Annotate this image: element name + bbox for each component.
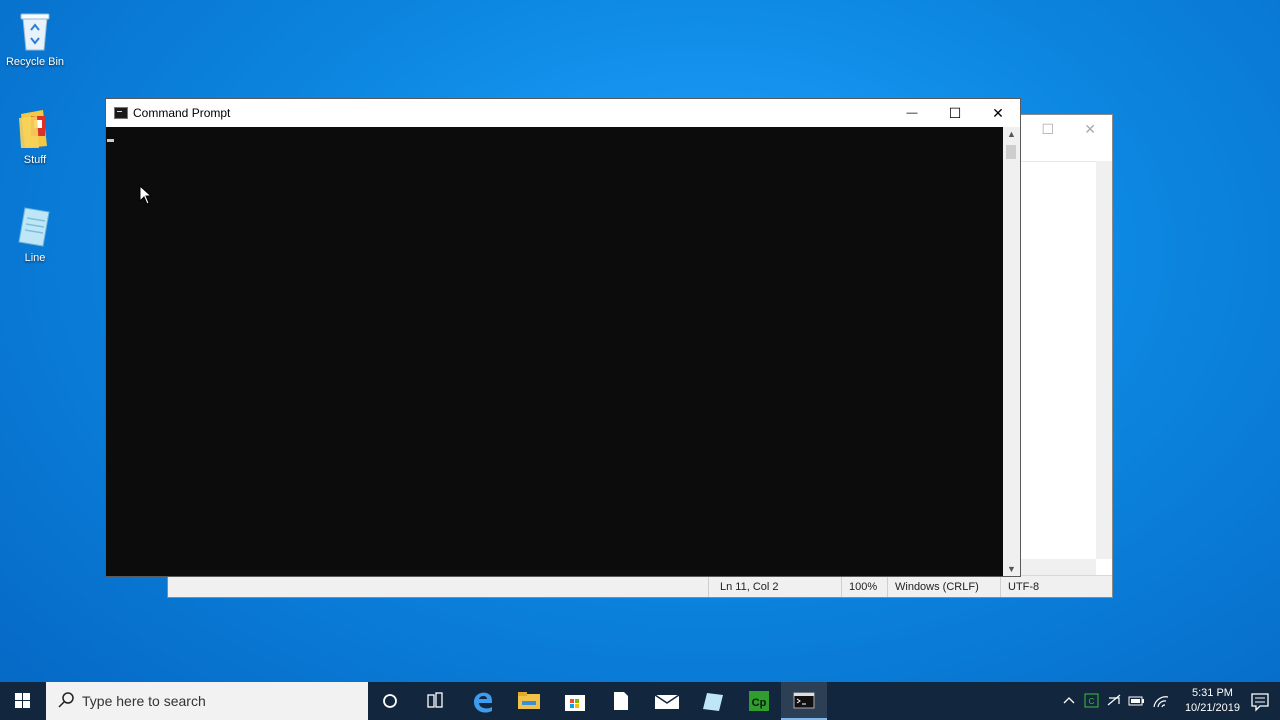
network-sync-icon[interactable] — [1106, 693, 1122, 709]
edge-button[interactable] — [460, 682, 506, 720]
cmd-window-title: Command Prompt — [133, 106, 231, 120]
mail-icon — [654, 694, 680, 709]
clock-date: 10/21/2019 — [1184, 702, 1240, 714]
store-icon — [565, 695, 585, 711]
start-button[interactable] — [0, 682, 46, 720]
file-explorer-icon — [518, 692, 540, 709]
task-view-button[interactable] — [412, 682, 458, 720]
desktop-icon-line[interactable]: Line — [0, 204, 70, 264]
battery-icon[interactable] — [1128, 694, 1146, 708]
cmd-titlebar[interactable]: Command Prompt — ☐ ✕ — [106, 99, 1020, 127]
notepad-icon — [703, 693, 723, 711]
edge-icon — [474, 692, 492, 713]
clock[interactable]: 5:31 PM 10/21/2019 — [1185, 686, 1240, 716]
cmd-vertical-scrollbar[interactable]: ▲ ▼ — [1003, 127, 1020, 576]
camtasia-icon: Cp — [749, 691, 769, 711]
cortana-button[interactable] — [368, 682, 414, 720]
notepad-status-bar: Ln 11, Col 2 100% Windows (CRLF) UTF-8 — [168, 575, 1112, 597]
minimize-button[interactable]: — — [890, 99, 934, 127]
mouse-pointer-icon — [139, 185, 153, 205]
maximize-icon[interactable]: ☐ — [1041, 121, 1054, 138]
clock-time: 5:31 PM — [1191, 687, 1233, 699]
notification-icon — [1251, 693, 1269, 712]
store-button[interactable] — [552, 682, 598, 720]
file-icon — [614, 692, 628, 710]
desktop-icon-label: Recycle Bin — [5, 56, 65, 68]
show-hidden-icons-icon[interactable] — [1062, 694, 1076, 708]
taskbar: Type here to search Cp C 5:31 PM 10/21/2… — [0, 682, 1280, 720]
desktop-icon-stuff[interactable]: Stuff — [0, 106, 70, 166]
desktop-icon-recycle-bin[interactable]: Recycle Bin — [0, 8, 70, 68]
desktop-icon-label: Line — [24, 252, 46, 264]
windows-logo-icon — [15, 693, 30, 708]
scroll-down-arrow-icon[interactable]: ▼ — [1007, 564, 1016, 574]
wifi-icon[interactable] — [1152, 693, 1170, 709]
camtasia-tray-icon[interactable]: C — [1084, 693, 1100, 709]
file-button[interactable] — [598, 682, 644, 720]
cmd-console[interactable] — [106, 127, 1003, 576]
command-prompt-button[interactable] — [781, 682, 827, 720]
notepad-file-icon — [15, 204, 55, 248]
recycle-bin-icon — [15, 8, 55, 52]
mail-button[interactable] — [644, 682, 690, 720]
notepad-button[interactable] — [690, 682, 736, 720]
close-icon[interactable]: ✕ — [1084, 121, 1096, 138]
text-cursor — [107, 139, 114, 142]
search-icon — [58, 692, 74, 708]
scrollbar-thumb[interactable] — [1006, 145, 1016, 159]
action-center-button[interactable] — [1240, 682, 1280, 720]
desktop-icon-label: Stuff — [23, 154, 47, 166]
notepad-vertical-scrollbar[interactable] — [1096, 161, 1112, 559]
folder-icon — [15, 106, 55, 150]
system-tray: C — [1058, 682, 1180, 720]
status-line-ending: Windows (CRLF) — [895, 581, 979, 593]
camtasia-button[interactable]: Cp — [736, 682, 782, 720]
cortana-icon — [383, 694, 397, 708]
command-prompt-window[interactable]: Command Prompt — ☐ ✕ ▲ ▼ — [105, 98, 1021, 577]
close-button[interactable]: ✕ — [976, 99, 1020, 127]
search-placeholder: Type here to search — [82, 693, 206, 709]
status-cursor-position: Ln 11, Col 2 — [720, 581, 779, 593]
cmd-app-icon[interactable] — [114, 107, 128, 119]
command-prompt-icon — [793, 692, 815, 709]
task-view-icon — [427, 692, 443, 708]
svg-text:C: C — [1089, 697, 1095, 706]
scroll-up-arrow-icon[interactable]: ▲ — [1007, 129, 1016, 139]
search-box[interactable]: Type here to search — [46, 682, 368, 720]
file-explorer-button[interactable] — [506, 682, 552, 720]
status-encoding: UTF-8 — [1008, 581, 1040, 593]
maximize-button[interactable]: ☐ — [933, 99, 977, 127]
svg-text:Cp: Cp — [752, 697, 767, 709]
status-zoom: 100% — [849, 581, 878, 593]
